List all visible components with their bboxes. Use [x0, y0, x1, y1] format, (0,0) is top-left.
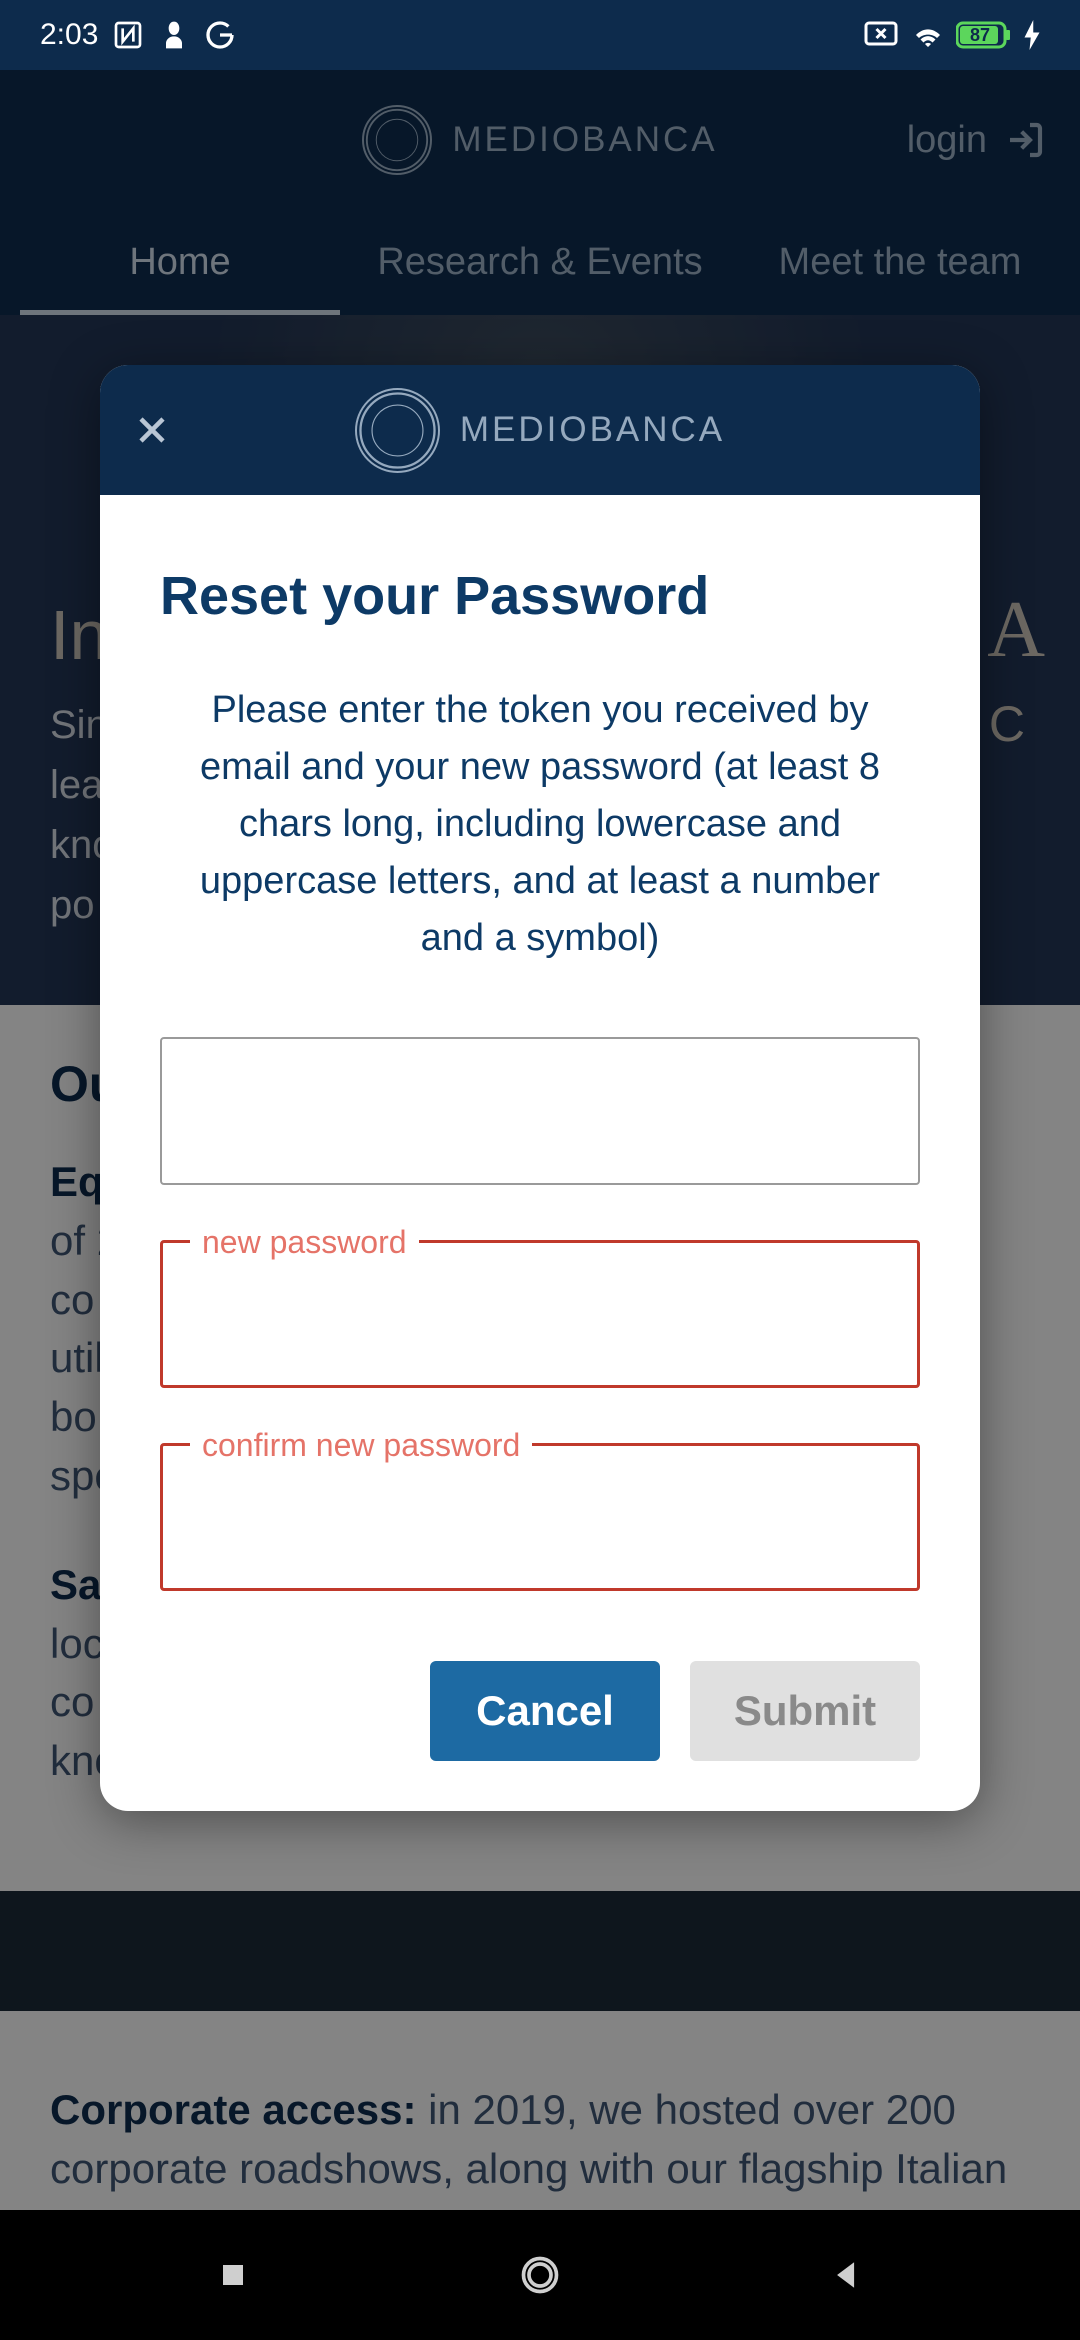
- tulip-icon: [158, 19, 190, 51]
- modal-brand-name: MEDIOBANCA: [460, 410, 725, 450]
- new-password-label: new password: [190, 1224, 419, 1261]
- modal-actions: Cancel Submit: [160, 1661, 920, 1761]
- cancel-button[interactable]: Cancel: [430, 1661, 660, 1761]
- modal-brand: MEDIOBANCA: [355, 388, 725, 473]
- modal-brand-logo-icon: [355, 388, 440, 473]
- status-left: 2:03: [40, 18, 236, 52]
- modal-body: Reset your Password Please enter the tok…: [100, 495, 980, 1811]
- submit-label: Submit: [734, 1687, 876, 1735]
- confirm-password-label: confirm new password: [190, 1427, 532, 1464]
- close-icon[interactable]: [130, 408, 174, 452]
- home-button[interactable]: [518, 2253, 562, 2297]
- battery-icon: 87: [956, 20, 1014, 50]
- modal-header: MEDIOBANCA: [100, 365, 980, 495]
- recents-button[interactable]: [211, 2253, 255, 2297]
- status-bar: 2:03 87: [0, 0, 1080, 70]
- back-button[interactable]: [825, 2253, 869, 2297]
- nfc-icon: [112, 19, 144, 51]
- confirm-password-input[interactable]: [160, 1443, 920, 1591]
- token-input[interactable]: [160, 1037, 920, 1185]
- status-right: 87: [862, 20, 1040, 50]
- submit-button[interactable]: Submit: [690, 1661, 920, 1761]
- reset-password-modal: MEDIOBANCA Reset your Password Please en…: [100, 365, 980, 1811]
- confirm-password-field-wrap: confirm new password: [160, 1443, 920, 1591]
- charging-icon: [1024, 20, 1040, 50]
- new-password-field-wrap: new password: [160, 1240, 920, 1388]
- modal-description: Please enter the token you received by e…: [160, 682, 920, 967]
- google-icon: [204, 19, 236, 51]
- wifi-icon: [910, 20, 946, 50]
- cast-x-icon: [862, 20, 900, 50]
- system-navbar: [0, 2210, 1080, 2340]
- new-password-input[interactable]: [160, 1240, 920, 1388]
- token-field-wrap: [160, 1037, 920, 1185]
- status-time: 2:03: [40, 18, 98, 52]
- battery-pct: 87: [956, 20, 1004, 50]
- modal-title: Reset your Password: [160, 565, 920, 627]
- cancel-label: Cancel: [476, 1687, 614, 1735]
